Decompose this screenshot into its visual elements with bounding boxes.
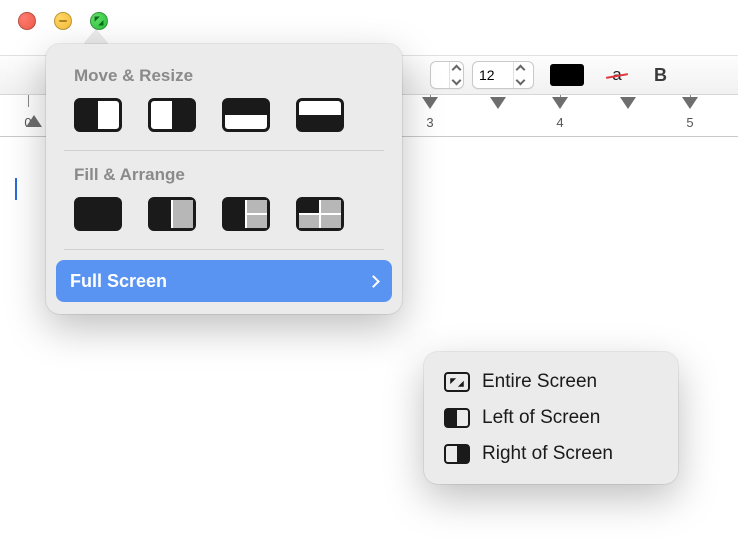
- bold-button[interactable]: B: [654, 65, 667, 86]
- divider: [64, 249, 384, 250]
- minimize-window-button[interactable]: [54, 12, 72, 30]
- tile-bottom-half-icon[interactable]: [296, 98, 344, 132]
- left-of-screen-icon: [444, 408, 470, 428]
- ruler-number: 4: [556, 115, 563, 130]
- ruler-tab-marker[interactable]: [682, 97, 698, 109]
- submenu-label: Entire Screen: [482, 371, 597, 393]
- fill-screen-icon[interactable]: [74, 197, 122, 231]
- submenu-item-left-of-screen[interactable]: Left of Screen: [434, 400, 668, 436]
- ruler-tab-marker[interactable]: [620, 97, 636, 109]
- fill-arrange-row: [46, 193, 402, 247]
- submenu-label: Right of Screen: [482, 443, 613, 465]
- window-layout-popover: Move & Resize Fill & Arrange Full Screen: [46, 44, 402, 314]
- ruler-indent-marker[interactable]: [26, 115, 42, 127]
- popover-pointer: [84, 30, 108, 44]
- ruler-tab-marker[interactable]: [552, 97, 568, 109]
- move-resize-row: [46, 94, 402, 148]
- submenu-item-entire-screen[interactable]: Entire Screen: [434, 364, 668, 400]
- text-cursor: [15, 178, 17, 200]
- chevron-right-icon: [367, 275, 380, 288]
- ruler-number: 5: [686, 115, 693, 130]
- section-title-move-resize: Move & Resize: [46, 62, 402, 94]
- full-screen-label: Full Screen: [70, 271, 167, 292]
- arrange-three-up-icon[interactable]: [222, 197, 270, 231]
- font-size-value: 12: [479, 67, 495, 83]
- close-window-button[interactable]: [18, 12, 36, 30]
- tile-right-half-icon[interactable]: [148, 98, 196, 132]
- font-family-select[interactable]: [430, 61, 464, 89]
- ruler-tab-marker[interactable]: [422, 97, 438, 109]
- font-size-select[interactable]: 12: [472, 61, 534, 89]
- tile-left-half-icon[interactable]: [74, 98, 122, 132]
- ruler-tab-marker[interactable]: [490, 97, 506, 109]
- arrange-two-up-icon[interactable]: [148, 197, 196, 231]
- right-of-screen-icon: [444, 444, 470, 464]
- arrange-quarters-icon[interactable]: [296, 197, 344, 231]
- submenu-label: Left of Screen: [482, 407, 600, 429]
- entire-screen-icon: [444, 372, 470, 392]
- zoom-window-button[interactable]: [90, 12, 108, 30]
- stepper-icon: [513, 62, 527, 88]
- stepper-icon: [449, 62, 463, 88]
- section-title-fill-arrange: Fill & Arrange: [46, 161, 402, 193]
- divider: [64, 150, 384, 151]
- strikethrough-button[interactable]: a: [602, 63, 632, 87]
- text-color-swatch[interactable]: [550, 64, 584, 86]
- full-screen-submenu: Entire Screen Left of Screen Right of Sc…: [424, 352, 678, 484]
- ruler-number: 3: [426, 115, 433, 130]
- window-traffic-lights: [18, 12, 108, 30]
- tile-top-half-icon[interactable]: [222, 98, 270, 132]
- submenu-item-right-of-screen[interactable]: Right of Screen: [434, 436, 668, 472]
- full-screen-menu-item[interactable]: Full Screen: [56, 260, 392, 302]
- strikethrough-glyph: a: [612, 65, 621, 85]
